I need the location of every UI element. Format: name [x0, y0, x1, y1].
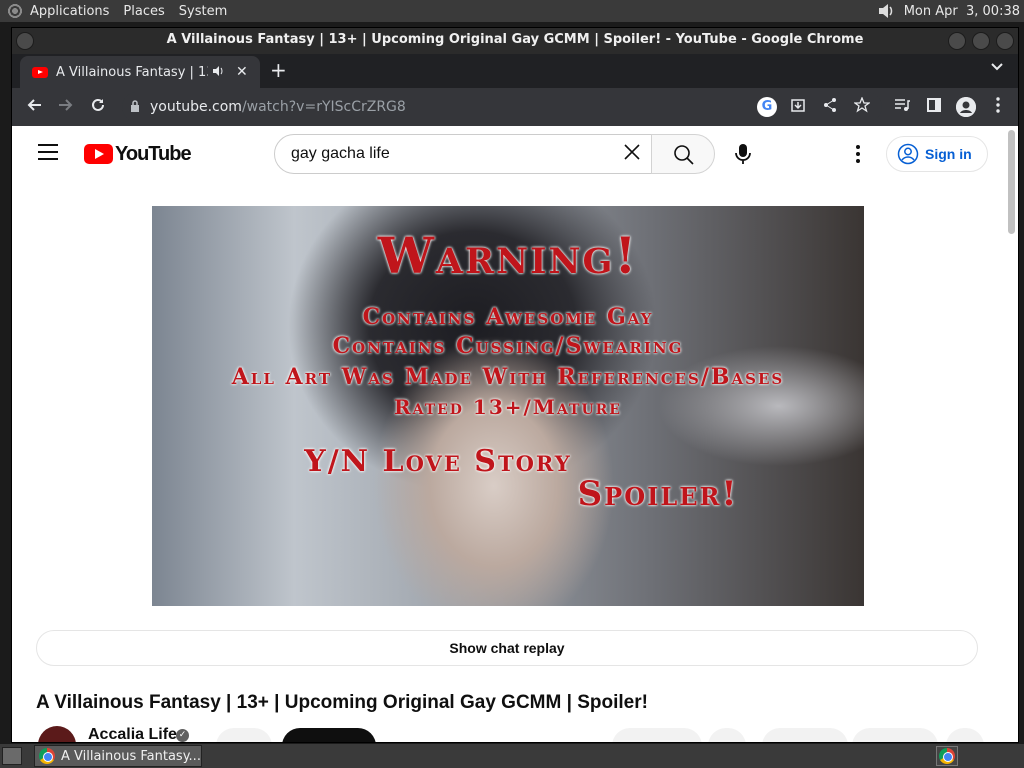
save-button[interactable]	[852, 728, 938, 742]
sign-in-label: Sign in	[925, 146, 972, 162]
maximize-button[interactable]	[972, 32, 990, 50]
clock[interactable]: Mon Apr 3, 00:38	[904, 4, 1020, 19]
taskbar-item-label: A Villainous Fantasy...	[61, 748, 201, 764]
top-panel: Applications Places System Mon Apr 3, 00…	[0, 0, 1024, 22]
chrome-icon	[39, 748, 55, 764]
taskbar-item-chrome[interactable]: A Villainous Fantasy...	[34, 745, 202, 767]
share-button[interactable]	[762, 728, 848, 742]
youtube-logo[interactable]: YouTube	[84, 142, 192, 166]
tab-close-icon[interactable]: ✕	[236, 64, 248, 80]
side-panel-icon[interactable]	[924, 97, 944, 117]
applications-menu[interactable]: Applications	[30, 4, 109, 19]
like-button[interactable]	[612, 728, 702, 742]
search-icon	[674, 145, 694, 165]
search-query: gay gacha life	[291, 145, 390, 162]
tab-search-chevron-icon[interactable]	[990, 60, 1004, 76]
youtube-wordmark: YouTube	[115, 142, 192, 165]
tab-strip: A Villainous Fantasy | 13+ ✕ +	[12, 54, 1018, 88]
bottom-taskbar: A Villainous Fantasy...	[0, 744, 1024, 768]
video-text-line: Rated 13+/Mature	[394, 395, 622, 419]
places-menu[interactable]: Places	[123, 4, 164, 19]
reload-icon[interactable]	[82, 97, 114, 118]
youtube-masthead: YouTube gay gacha life Sign in	[12, 126, 1002, 182]
audio-playing-icon[interactable]	[212, 65, 224, 80]
youtube-page: YouTube gay gacha life Sign in Warning! …	[12, 126, 1018, 742]
system-menu[interactable]: System	[179, 4, 227, 19]
lock-icon[interactable]	[130, 99, 150, 115]
show-desktop-icon[interactable]	[2, 747, 22, 765]
video-title: A Villainous Fantasy | 13+ | Upcoming Or…	[36, 692, 648, 713]
close-window-button[interactable]	[996, 32, 1014, 50]
profile-avatar-icon[interactable]	[956, 97, 976, 117]
verified-check-icon: ✓	[176, 729, 189, 742]
settings-more-icon[interactable]	[848, 142, 868, 166]
gnome-foot-icon[interactable]	[6, 2, 24, 20]
clear-search-icon[interactable]	[621, 143, 643, 165]
window-title: A Villainous Fantasy | 13+ | Upcoming Or…	[166, 32, 864, 47]
google-lens-icon[interactable]: G	[757, 97, 777, 117]
search-input[interactable]: gay gacha life	[274, 134, 652, 174]
youtube-play-icon	[84, 144, 113, 164]
window-titlebar[interactable]: A Villainous Fantasy | 13+ | Upcoming Or…	[12, 28, 1018, 54]
hamburger-menu-icon[interactable]	[38, 144, 58, 160]
join-button[interactable]	[216, 728, 272, 742]
forward-arrow-icon[interactable]	[50, 97, 82, 118]
tab-title: A Villainous Fantasy | 13+	[56, 64, 208, 80]
sign-in-button[interactable]: Sign in	[886, 136, 988, 172]
chrome-window: A Villainous Fantasy | 13+ | Upcoming Or…	[11, 27, 1019, 743]
tab-youtube[interactable]: A Villainous Fantasy | 13+ ✕	[20, 56, 260, 88]
video-text-spoiler: Spoiler!	[577, 474, 739, 514]
volume-icon[interactable]	[876, 3, 896, 19]
channel-avatar[interactable]	[38, 726, 76, 742]
more-actions-button[interactable]	[946, 728, 984, 742]
video-text-line: Contains Cussing/Swearing	[332, 333, 684, 359]
back-arrow-icon[interactable]	[18, 97, 50, 118]
voice-search-mic-icon[interactable]	[732, 142, 754, 166]
new-tab-button[interactable]: +	[270, 58, 287, 82]
workspace-switcher[interactable]	[936, 746, 958, 766]
youtube-favicon-icon	[32, 66, 48, 78]
browser-toolbar: youtube.com/watch?v=rYIScCrZRG8 G	[12, 88, 1018, 126]
channel-row: Accalia Life ✓	[36, 726, 986, 742]
url-path: /watch?v=rYIScCrZRG8	[241, 99, 406, 115]
show-chat-replay-button[interactable]: Show chat replay	[36, 630, 978, 666]
dislike-button[interactable]	[708, 728, 746, 742]
url-host: youtube.com	[150, 99, 242, 115]
video-player[interactable]: Warning! Contains Awesome Gay Contains C…	[152, 206, 864, 606]
minimize-button[interactable]	[948, 32, 966, 50]
subscribe-button[interactable]	[282, 728, 376, 742]
account-circle-icon	[897, 143, 919, 165]
chrome-menu-icon[interactable]	[988, 97, 1008, 117]
scrollbar-thumb[interactable]	[1008, 130, 1015, 234]
video-text-line: Contains Awesome Gay	[362, 304, 654, 330]
bookmark-star-icon[interactable]	[852, 96, 872, 117]
video-text-line: All Art Was Made With References/Bases	[231, 364, 785, 390]
window-menu-button[interactable]	[16, 32, 34, 50]
channel-name[interactable]: Accalia Life	[88, 726, 177, 742]
install-app-icon[interactable]	[788, 97, 808, 117]
search-button[interactable]	[651, 134, 715, 174]
video-text-warning: Warning!	[377, 226, 639, 285]
share-icon[interactable]	[820, 97, 840, 117]
media-controls-icon[interactable]	[892, 97, 912, 117]
page-scrollbar[interactable]	[1006, 126, 1018, 742]
chrome-icon	[939, 748, 955, 764]
